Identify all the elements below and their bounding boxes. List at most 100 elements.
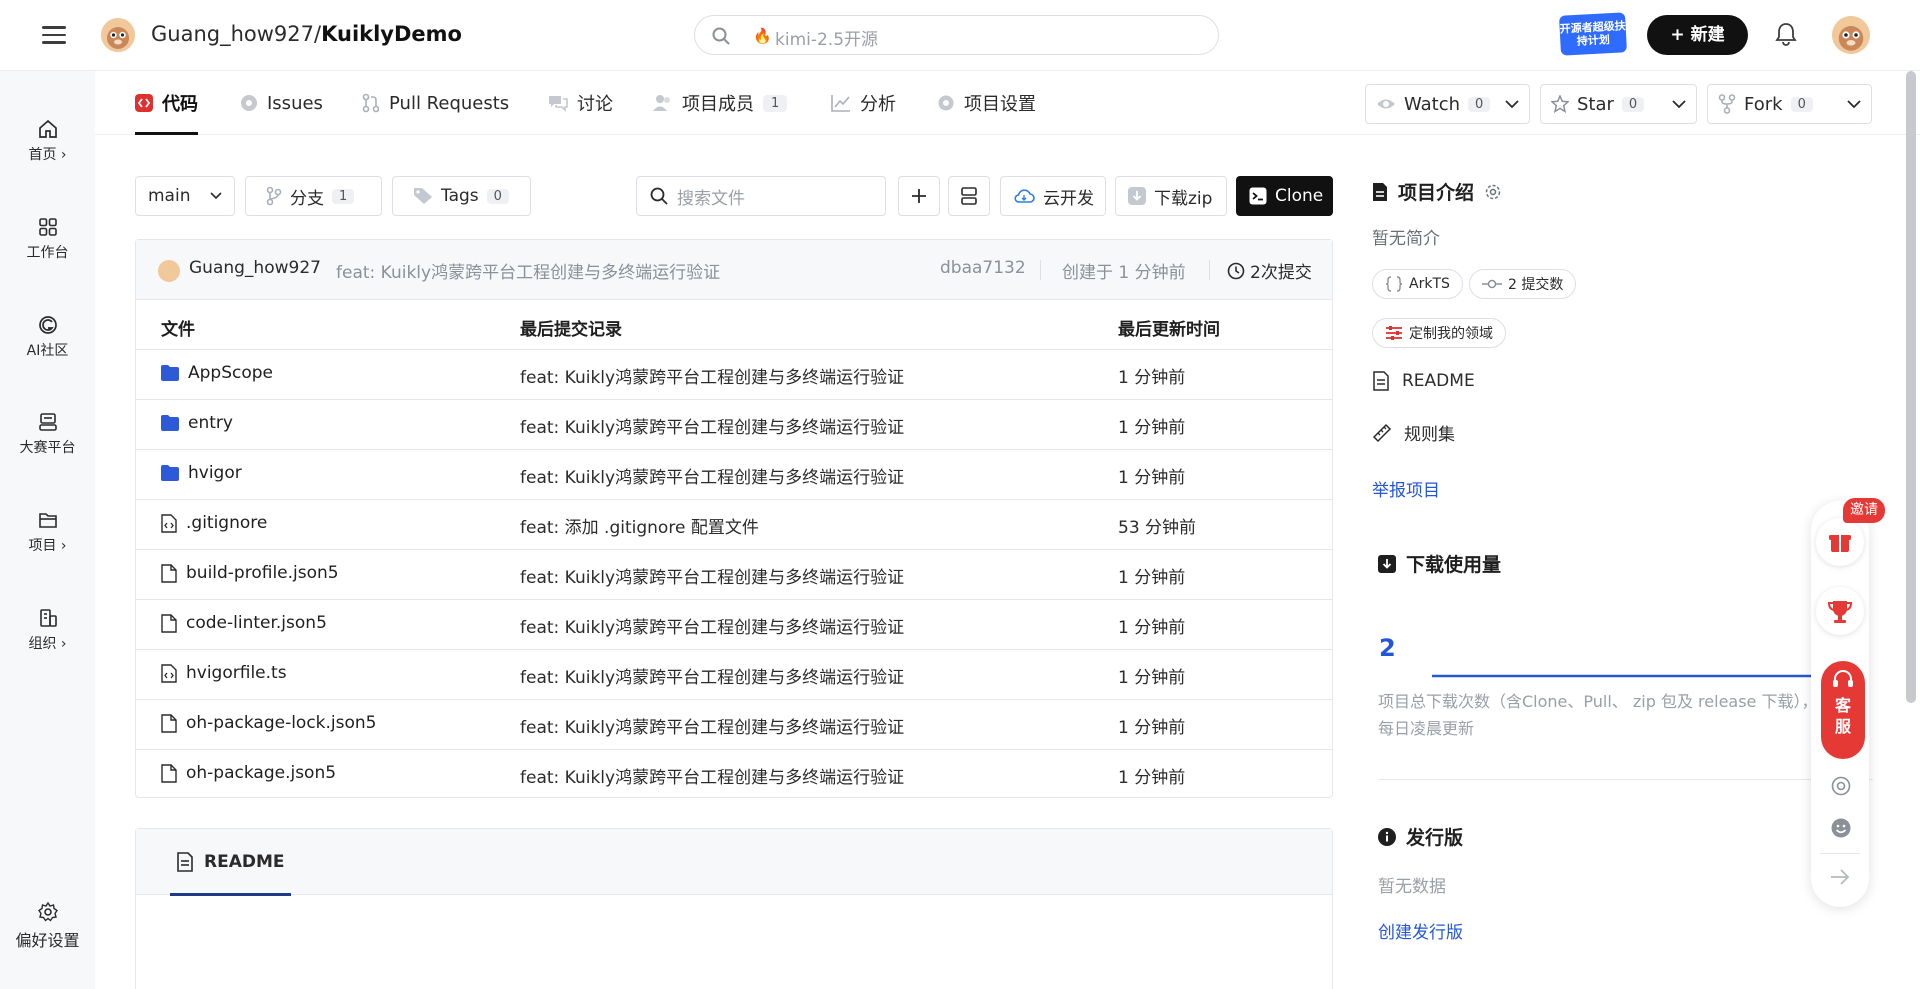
file-name-cell[interactable]: .gitignore bbox=[161, 513, 267, 533]
table-row[interactable]: entry feat: Kuikly鸿蒙跨平台工程创建与多终端运行验证 1 分钟前 bbox=[136, 400, 1332, 450]
file-name-cell[interactable]: AppScope bbox=[161, 363, 273, 383]
file-name-cell[interactable]: hvigorfile.ts bbox=[161, 663, 287, 683]
file-name[interactable]: oh-package-lock.json5 bbox=[186, 713, 377, 733]
language-pill[interactable]: ArkTS bbox=[1372, 269, 1463, 299]
readme-link[interactable]: README bbox=[1372, 371, 1475, 391]
collapse-arrow-icon[interactable] bbox=[1829, 867, 1851, 887]
file-name[interactable]: hvigor bbox=[188, 463, 242, 483]
fork-button[interactable]: Fork 0 bbox=[1707, 84, 1872, 124]
report-project-link[interactable]: 举报项目 bbox=[1372, 476, 1440, 501]
bell-icon[interactable] bbox=[1775, 22, 1797, 46]
file-name-cell[interactable]: code-linter.json5 bbox=[161, 613, 327, 633]
file-name[interactable]: entry bbox=[188, 413, 233, 433]
table-row[interactable]: code-linter.json5 feat: Kuikly鸿蒙跨平台工程创建与多… bbox=[136, 600, 1332, 650]
commit-hash[interactable]: dbaa7132 bbox=[940, 258, 1026, 278]
repo-breadcrumb[interactable]: Guang_how927/KuiklyDemo bbox=[151, 22, 462, 46]
sidebar-item-orgs[interactable]: 组织 › bbox=[0, 607, 95, 653]
commit-message-cell[interactable]: feat: Kuikly鸿蒙跨平台工程创建与多终端运行验证 bbox=[520, 713, 904, 738]
plus-icon bbox=[910, 187, 928, 205]
star-button[interactable]: Star 0 bbox=[1540, 84, 1697, 124]
download-zip-button[interactable]: 下载zip bbox=[1115, 176, 1227, 216]
sidebar-item-workbench[interactable]: 工作台 bbox=[0, 216, 95, 262]
file-name[interactable]: build-profile.json5 bbox=[186, 563, 339, 583]
trophy-button[interactable] bbox=[1816, 587, 1864, 635]
commit-author[interactable]: Guang_how927 bbox=[189, 258, 321, 278]
tab-pull-requests[interactable]: Pull Requests bbox=[362, 71, 509, 135]
table-row[interactable]: hvigor feat: Kuikly鸿蒙跨平台工程创建与多终端运行验证 1 分钟前 bbox=[136, 450, 1332, 500]
invite-badge[interactable]: 邀请 bbox=[1843, 498, 1885, 523]
discussion-icon bbox=[548, 94, 568, 112]
commit-message-cell[interactable]: feat: 添加 .gitignore 配置文件 bbox=[520, 513, 759, 538]
menu-icon[interactable] bbox=[40, 21, 68, 49]
sidebar-item-home[interactable]: 首页 › bbox=[0, 118, 95, 164]
commit-message-cell[interactable]: feat: Kuikly鸿蒙跨平台工程创建与多终端运行验证 bbox=[520, 463, 904, 488]
rules-link[interactable]: 规则集 bbox=[1372, 420, 1455, 445]
repo-name[interactable]: KuiklyDemo bbox=[321, 22, 462, 46]
preferences-button[interactable]: 偏好设置 bbox=[0, 901, 95, 951]
readme-tab[interactable]: README bbox=[170, 829, 291, 896]
commits-pill[interactable]: 2 提交数 bbox=[1469, 269, 1577, 299]
tab-analytics[interactable]: 分析 bbox=[831, 71, 896, 135]
file-name[interactable]: .gitignore bbox=[186, 513, 267, 533]
commit-message[interactable]: feat: Kuikly鸿蒙跨平台工程创建与多终端运行验证 bbox=[336, 258, 720, 283]
watch-button[interactable]: Watch 0 bbox=[1365, 84, 1530, 124]
file-name-cell[interactable]: hvigor bbox=[161, 463, 242, 483]
web-ide-button[interactable] bbox=[948, 176, 990, 216]
cloud-dev-button[interactable]: 云开发 bbox=[1000, 176, 1106, 216]
user-avatar[interactable] bbox=[1832, 16, 1870, 54]
file-name[interactable]: AppScope bbox=[188, 363, 273, 383]
table-row[interactable]: AppScope feat: Kuikly鸿蒙跨平台工程创建与多终端运行验证 1 分… bbox=[136, 350, 1332, 400]
add-file-button[interactable] bbox=[898, 176, 940, 216]
sidebar-item-ai-community[interactable]: AI社区 bbox=[0, 314, 95, 360]
new-button[interactable]: + 新建 bbox=[1647, 15, 1748, 55]
branch-select[interactable]: main bbox=[135, 176, 235, 216]
commit-message-cell[interactable]: feat: Kuikly鸿蒙跨平台工程创建与多终端运行验证 bbox=[520, 763, 904, 788]
commit-message-cell[interactable]: feat: Kuikly鸿蒙跨平台工程创建与多终端运行验证 bbox=[520, 663, 904, 688]
tab-members[interactable]: 项目成员 1 bbox=[653, 71, 788, 135]
repo-avatar[interactable] bbox=[101, 18, 135, 52]
tags-button[interactable]: Tags 0 bbox=[392, 176, 531, 216]
file-name-cell[interactable]: entry bbox=[161, 413, 233, 433]
commit-message-cell[interactable]: feat: Kuikly鸿蒙跨平台工程创建与多终端运行验证 bbox=[520, 363, 904, 388]
file-name[interactable]: hvigorfile.ts bbox=[186, 663, 287, 683]
commit-author-avatar[interactable] bbox=[158, 260, 180, 282]
tab-issues[interactable]: Issues bbox=[240, 71, 323, 135]
file-name-cell[interactable]: build-profile.json5 bbox=[161, 563, 339, 583]
sidebar-item-label: AI社区 bbox=[26, 343, 69, 359]
commit-message-cell[interactable]: feat: Kuikly鸿蒙跨平台工程创建与多终端运行验证 bbox=[520, 613, 904, 638]
domain-pill[interactable]: 定制我的领域 bbox=[1372, 318, 1506, 348]
tab-settings[interactable]: 项目设置 bbox=[937, 71, 1036, 135]
file-name-cell[interactable]: oh-package-lock.json5 bbox=[161, 713, 377, 733]
file-name[interactable]: oh-package.json5 bbox=[186, 763, 336, 783]
tab-discussions[interactable]: 讨论 bbox=[548, 71, 613, 135]
table-row[interactable]: oh-package.json5 feat: Kuikly鸿蒙跨平台工程创建与多终… bbox=[136, 750, 1332, 800]
sidebar-item-contest[interactable]: 大赛平台 bbox=[0, 411, 95, 457]
gift-button[interactable] bbox=[1816, 518, 1864, 566]
file-search-input[interactable]: 搜索文件 bbox=[636, 176, 886, 216]
commit-message-cell[interactable]: feat: Kuikly鸿蒙跨平台工程创建与多终端运行验证 bbox=[520, 563, 904, 588]
commit-count-link[interactable]: 2次提交 bbox=[1227, 258, 1312, 283]
tab-code[interactable]: 代码 bbox=[135, 71, 198, 135]
table-row[interactable]: hvigorfile.ts feat: Kuikly鸿蒙跨平台工程创建与多终端运行… bbox=[136, 650, 1332, 700]
promo-logo[interactable]: 开源者超级扶持计划 bbox=[1558, 12, 1628, 56]
gear-icon[interactable] bbox=[1484, 183, 1502, 201]
page-scrollbar[interactable] bbox=[1906, 71, 1916, 703]
sidebar-item-label: 大赛平台 bbox=[19, 440, 76, 456]
branches-button[interactable]: 分支 1 bbox=[245, 176, 382, 216]
chatgpt-icon[interactable] bbox=[1830, 775, 1852, 797]
table-row[interactable]: .gitignore feat: 添加 .gitignore 配置文件 53 分钟前 bbox=[136, 500, 1332, 550]
commit-message-cell[interactable]: feat: Kuikly鸿蒙跨平台工程创建与多终端运行验证 bbox=[520, 413, 904, 438]
create-release-link[interactable]: 创建发行版 bbox=[1378, 918, 1463, 943]
smile-icon[interactable] bbox=[1830, 817, 1852, 839]
customer-service-button[interactable]: 客服 bbox=[1821, 661, 1865, 759]
chevron-down-icon bbox=[210, 192, 222, 200]
file-name[interactable]: code-linter.json5 bbox=[186, 613, 327, 633]
terminal-icon bbox=[1249, 187, 1267, 205]
table-row[interactable]: build-profile.json5 feat: Kuikly鸿蒙跨平台工程创建… bbox=[136, 550, 1332, 600]
file-name-cell[interactable]: oh-package.json5 bbox=[161, 763, 336, 783]
global-search-input[interactable]: 🔥 kimi-2.5开源 bbox=[694, 15, 1219, 55]
clone-button[interactable]: Clone bbox=[1236, 176, 1333, 216]
sidebar-item-projects[interactable]: 项目 › bbox=[0, 509, 95, 555]
repo-owner[interactable]: Guang_how927/ bbox=[151, 22, 321, 46]
table-row[interactable]: oh-package-lock.json5 feat: Kuikly鸿蒙跨平台工程… bbox=[136, 700, 1332, 750]
